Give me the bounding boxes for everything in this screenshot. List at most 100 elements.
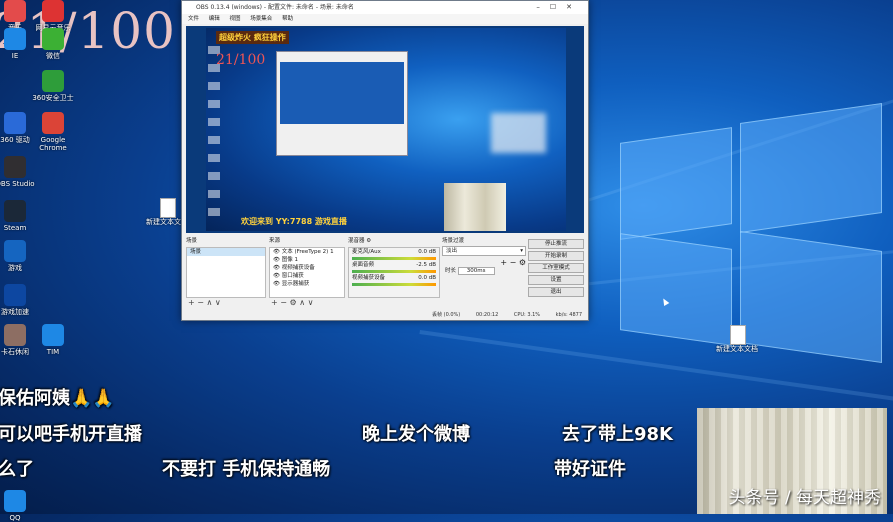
stream-time: 00:20:12 [475, 312, 499, 318]
desktop-icon-label: 游戏加速 [1, 308, 29, 316]
menu-scene-collection[interactable]: 场景集合 [250, 16, 272, 22]
transitions-label: 场景过渡 [442, 238, 465, 244]
sources-dock: 来源 👁 文本 (FreeType 2) 1 👁 图像 1 👁 视频捕获设备 👁… [269, 237, 345, 307]
desktop-icon[interactable]: TIM [30, 324, 76, 356]
sources-list[interactable]: 👁 文本 (FreeType 2) 1 👁 图像 1 👁 视频捕获设备 👁 窗口… [269, 247, 345, 298]
text-file-icon[interactable] [730, 325, 746, 345]
app-icon [42, 70, 64, 92]
start-recording-button[interactable]: 开始录制 [528, 251, 584, 261]
preview-desktop-icons [208, 46, 220, 226]
exit-button[interactable]: 退出 [528, 287, 584, 297]
menu-edit[interactable]: 编辑 [209, 16, 220, 22]
app-icon [4, 284, 26, 306]
app-icon [4, 156, 26, 178]
desktop-icon-label: 微信 [46, 52, 60, 60]
obs-status-bar: 丢帧 (0.0%) 00:20:12 CPU: 3.1% kb/s: 4877 [182, 311, 588, 320]
cpu-usage: CPU: 3.1% [513, 312, 541, 318]
source-item[interactable]: 👁 视频捕获设备 [270, 264, 344, 272]
desktop-icon[interactable]: 游戏 [0, 240, 38, 272]
preview-title-badge: 超级炸火 疯狂操作 [216, 31, 289, 44]
volume-meter[interactable] [352, 257, 436, 260]
danmu-comment: 带好证件 [554, 459, 626, 480]
desktop-icon-label: 游戏 [8, 264, 22, 272]
app-icon [42, 112, 64, 134]
menu-view[interactable]: 视图 [230, 16, 241, 22]
desktop-icon[interactable]: QQ [0, 490, 38, 522]
mixer-channel[interactable]: 视频捕获设备 0.0 dB [349, 274, 439, 282]
settings-button[interactable]: 设置 [528, 275, 584, 285]
transition-select[interactable]: 淡出 ▾ [442, 246, 526, 256]
source-item[interactable]: 👁 图像 1 [270, 256, 344, 264]
dropped-frames: 丢帧 (0.0%) [432, 312, 461, 318]
desktop-icon-label: OBS Studio [0, 180, 35, 188]
text-file-label[interactable]: 新建文本文档 [714, 345, 760, 353]
desktop-icon[interactable]: 游戏加速 [0, 284, 38, 316]
obs-preview[interactable]: 超级炸火 疯狂操作 21/100 欢迎来到 YY:7788 游戏直播 [186, 26, 584, 233]
obs-menu-bar[interactable]: 文件 编辑 视图 场景集合 帮助 [182, 14, 588, 24]
preview-banner: 欢迎来到 YY:7788 游戏直播 [241, 217, 347, 226]
danmu-comment: 么了 [0, 459, 34, 480]
bitrate: kb/s: 4877 [555, 312, 582, 318]
duration-input[interactable]: 300ms [457, 267, 495, 275]
desktop-icon[interactable]: Google Chrome [30, 112, 76, 152]
scenes-list[interactable]: 场景 [186, 247, 266, 298]
menu-file[interactable]: 文件 [188, 16, 199, 22]
mixer-channel[interactable]: 桌面音频 -2.5 dB [349, 261, 439, 269]
desktop-icon-label: 360安全卫士 [32, 94, 74, 102]
obs-title-bar[interactable]: OBS 0.13.4 (windows) - 配置文件: 未命名 - 场景: 未… [182, 1, 588, 14]
watermark: 头条号 / 每天超神秀 [728, 488, 881, 508]
controls-dock: 停止推流 开始录制 工作室模式 设置 退出 [528, 237, 584, 307]
preview-webcam [444, 183, 506, 231]
desktop-icon-label: TIM [46, 348, 60, 356]
danmu-comment: 可以吧手机开直播 [0, 424, 142, 445]
scenes-toolbar[interactable]: + − ∧ ∨ [188, 298, 221, 307]
preview-nested-obs [276, 51, 408, 156]
desktop-icon-label: Steam [3, 224, 27, 232]
volume-meter[interactable] [352, 270, 436, 273]
desktop-icon-label: QQ [9, 514, 21, 522]
app-icon [4, 200, 26, 222]
desktop-icon[interactable]: OBS Studio [0, 156, 38, 188]
desktop-icon-label: Google Chrome [39, 136, 67, 152]
app-icon [4, 112, 26, 134]
desktop-icon[interactable]: 微信 [30, 28, 76, 60]
danmu-comment: 去了带上98K [562, 424, 673, 445]
mixer-label: 混音器 ⚙ [348, 238, 372, 244]
obs-window-title: OBS 0.13.4 (windows) - 配置文件: 未命名 - 场景: 未… [196, 4, 354, 11]
scenes-dock: 场景 场景 + − ∧ ∨ [186, 237, 266, 307]
sources-label: 来源 [269, 238, 281, 244]
desktop-icon[interactable]: 360安全卫士 [30, 70, 76, 102]
obs-window[interactable]: OBS 0.13.4 (windows) - 配置文件: 未命名 - 场景: 未… [181, 0, 589, 321]
source-item[interactable]: 👁 显示器捕获 [270, 280, 344, 288]
app-icon [4, 490, 26, 512]
volume-meter[interactable] [352, 283, 436, 286]
menu-help[interactable]: 帮助 [282, 16, 293, 22]
scene-item[interactable]: 场景 [187, 248, 265, 256]
app-icon [4, 324, 26, 346]
preview-score: 21/100 [216, 52, 266, 68]
stop-streaming-button[interactable]: 停止推流 [528, 239, 584, 249]
danmu-comment: 不要打 手机保持通畅 [162, 459, 331, 480]
obs-docks: 场景 场景 + − ∧ ∨ 来源 👁 文本 (FreeType 2) 1 👁 图… [186, 237, 584, 315]
app-icon [4, 240, 26, 262]
source-item[interactable]: 👁 文本 (FreeType 2) 1 [270, 248, 344, 256]
sources-toolbar[interactable]: + − ⚙ ∧ ∨ [271, 298, 313, 307]
transition-toolbar[interactable]: + − ⚙ [442, 259, 526, 267]
source-item[interactable]: 👁 窗口捕获 [270, 272, 344, 280]
desktop-icon[interactable]: Steam [0, 200, 38, 232]
preview-blur [491, 113, 546, 153]
app-icon [42, 324, 64, 346]
mixer-channels[interactable]: 麦克风/Aux 0.0 dB 桌面音频 -2.5 dB 视频捕获设备 0.0 d… [348, 247, 440, 298]
danmu-comment: 晚上发个微博 [362, 424, 470, 445]
transitions-dock: 场景过渡 淡出 ▾ + − ⚙ 时长 300ms [442, 237, 526, 307]
app-icon [4, 0, 26, 22]
studio-mode-button[interactable]: 工作室模式 [528, 263, 584, 273]
window-controls[interactable]: –☐✕ [536, 1, 582, 14]
gear-icon: ⚙ [366, 238, 372, 244]
app-icon [42, 28, 64, 50]
mixer-channel[interactable]: 麦克风/Aux 0.0 dB [349, 248, 439, 256]
app-icon [42, 0, 64, 22]
app-icon [4, 28, 26, 50]
text-file-icon[interactable] [160, 198, 176, 218]
duration-row[interactable]: 时长 300ms [442, 267, 526, 275]
